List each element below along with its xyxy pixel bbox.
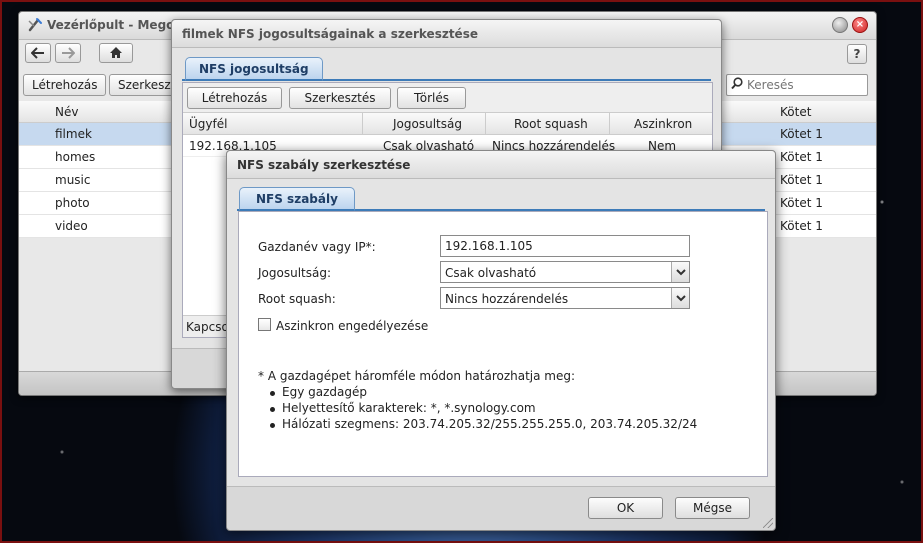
chevron-down-icon[interactable] xyxy=(671,262,689,282)
forward-button[interactable] xyxy=(55,43,81,63)
bullet-icon xyxy=(270,407,275,412)
arrow-left-icon xyxy=(30,47,44,59)
folder-volume: Kötet 1 xyxy=(780,150,823,164)
permission-select-value: Csak olvasható xyxy=(445,266,537,280)
host-input[interactable] xyxy=(440,235,690,257)
arrow-right-icon xyxy=(62,47,76,59)
close-icon[interactable]: × xyxy=(852,17,868,33)
control-panel-title: Vezérlőpult - Megosz xyxy=(47,18,189,32)
rule-dialog-footer: OK Mégse xyxy=(227,486,775,530)
ok-button[interactable]: OK xyxy=(588,497,663,519)
create-button[interactable]: Létrehozás xyxy=(23,74,107,96)
home-icon xyxy=(110,47,122,58)
host-note-item: Hálózati szegmens: 203.74.205.32/255.255… xyxy=(282,417,698,431)
bullet-icon xyxy=(270,423,275,428)
root-squash-select-value: Nincs hozzárendelés xyxy=(445,292,569,306)
search-input[interactable] xyxy=(747,77,862,93)
root-squash-label: Root squash: xyxy=(258,292,336,306)
home-button[interactable] xyxy=(99,43,133,63)
nfs-tab-strip: NFS jogosultság xyxy=(182,56,711,81)
column-header-client[interactable]: Ügyfél xyxy=(189,117,227,131)
tab-nfs-rule[interactable]: NFS szabály xyxy=(239,187,355,211)
search-box[interactable] xyxy=(726,74,868,96)
column-header-root-squash[interactable]: Root squash xyxy=(514,117,588,131)
folder-volume: Kötet 1 xyxy=(780,219,823,233)
folder-volume: Kötet 1 xyxy=(780,127,823,141)
nfs-dialog-title: filmek NFS jogosultságainak a szerkeszté… xyxy=(182,27,478,41)
folder-name: homes xyxy=(55,150,96,164)
minimize-icon[interactable] xyxy=(832,17,848,33)
nfs-delete-button[interactable]: Törlés xyxy=(397,87,466,109)
nfs-status-text: Kapcso xyxy=(186,320,229,334)
folder-name: music xyxy=(55,173,91,187)
nfs-edit-button[interactable]: Szerkesztés xyxy=(289,87,391,109)
nfs-dialog-titlebar[interactable]: filmek NFS jogosultságainak a szerkeszté… xyxy=(172,20,721,48)
rule-dialog-title: NFS szabály szerkesztése xyxy=(237,158,411,172)
nfs-grid-header: Ügyfél Jogosultság Root squash Aszinkron xyxy=(183,113,712,135)
async-label[interactable]: Aszinkron engedélyezése xyxy=(276,319,428,333)
permission-label: Jogosultság: xyxy=(258,266,332,280)
async-checkbox[interactable] xyxy=(258,318,271,331)
host-note-intro: * A gazdagépet háromféle módon határozha… xyxy=(258,369,576,383)
root-squash-select[interactable]: Nincs hozzárendelés xyxy=(440,287,690,309)
rule-tab-strip: NFS szabály xyxy=(237,186,765,211)
folder-volume: Kötet 1 xyxy=(780,196,823,210)
column-header-volume[interactable]: Kötet xyxy=(780,105,811,119)
chevron-down-icon[interactable] xyxy=(671,288,689,308)
host-label: Gazdanév vagy IP*: xyxy=(258,240,376,254)
search-icon xyxy=(731,77,743,94)
column-header-permission[interactable]: Jogosultság xyxy=(393,117,462,131)
back-button[interactable] xyxy=(25,43,51,63)
resize-grip-icon[interactable] xyxy=(763,518,773,528)
nfs-toolbar: Létrehozás Szerkesztés Törlés xyxy=(183,83,712,113)
tab-nfs-permission[interactable]: NFS jogosultság xyxy=(185,57,323,81)
rule-dialog-titlebar[interactable]: NFS szabály szerkesztése xyxy=(227,151,775,179)
nfs-rule-dialog: NFS szabály szerkesztése NFS szabály Gaz… xyxy=(226,150,776,531)
column-header-async[interactable]: Aszinkron xyxy=(634,117,692,131)
folder-name: photo xyxy=(55,196,90,210)
help-button[interactable]: ? xyxy=(847,44,867,64)
control-panel-logo-icon xyxy=(28,18,42,32)
nfs-create-button[interactable]: Létrehozás xyxy=(187,87,282,109)
bullet-icon xyxy=(270,391,275,396)
host-note-item: Helyettesítő karakterek: *, *.synology.c… xyxy=(282,401,536,415)
column-header-name[interactable]: Név xyxy=(55,105,78,119)
permission-select[interactable]: Csak olvasható xyxy=(440,261,690,283)
nfs-rule-form: Gazdanév vagy IP*: Jogosultság: Csak olv… xyxy=(238,211,768,477)
folder-name: video xyxy=(55,219,88,233)
folder-volume: Kötet 1 xyxy=(780,173,823,187)
host-note-item: Egy gazdagép xyxy=(282,385,367,399)
cancel-button[interactable]: Mégse xyxy=(675,497,750,519)
folder-name: filmek xyxy=(55,127,92,141)
